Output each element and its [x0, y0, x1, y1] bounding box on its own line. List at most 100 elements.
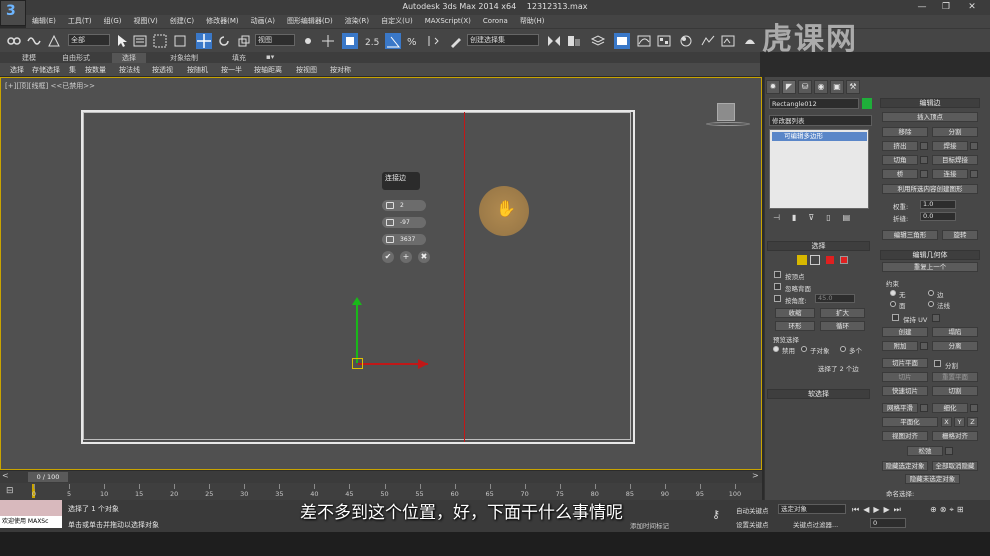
menu-group[interactable]: 组(G)	[98, 15, 128, 28]
render-setup-icon[interactable]	[700, 33, 716, 49]
weld-settings-icon[interactable]	[970, 142, 978, 150]
ribbon-by-normal[interactable]: 按法线	[119, 65, 140, 75]
menu-views[interactable]: 视图(V)	[128, 15, 164, 28]
edit-named-sel-icon[interactable]	[448, 33, 464, 49]
vertex-mode-icon[interactable]	[797, 255, 807, 265]
border-mode-icon[interactable]	[826, 256, 834, 264]
curve-editor-icon[interactable]	[636, 33, 652, 49]
close-icon[interactable]: ✕	[964, 1, 980, 13]
time-slider-prev-icon[interactable]: <	[2, 471, 9, 480]
cut-button[interactable]: 切割	[932, 386, 978, 396]
modify-tab-icon[interactable]: ◤	[782, 80, 796, 94]
menu-graph-editors[interactable]: 图形编辑器(D)	[281, 15, 339, 28]
object-color-swatch[interactable]	[862, 98, 872, 109]
menu-maxscript[interactable]: MAXScript(X)	[419, 15, 477, 28]
weld-button[interactable]: 焊接	[932, 141, 968, 151]
move-icon[interactable]	[196, 33, 212, 49]
meshsmooth-button[interactable]: 网格平滑	[882, 403, 918, 413]
menu-corona[interactable]: Corona	[477, 15, 514, 28]
link-icon[interactable]	[6, 33, 22, 49]
rotate-icon[interactable]	[216, 33, 232, 49]
detach-button[interactable]: 分离	[932, 341, 978, 351]
ribbon-tab-selection[interactable]: 选择	[112, 53, 146, 63]
ribbon-select[interactable]: 选择	[10, 65, 24, 75]
bind-spacewarp-icon[interactable]	[46, 33, 62, 49]
constraint-edge-radio[interactable]	[928, 290, 934, 296]
motion-tab-icon[interactable]: ◉	[814, 80, 828, 94]
ribbon-by-random[interactable]: 按随机	[187, 65, 208, 75]
graphite-tools-icon[interactable]	[614, 33, 630, 49]
caddy-segments-field[interactable]: 2	[382, 200, 426, 211]
planar-y-button[interactable]: Y	[954, 417, 965, 427]
minimize-icon[interactable]: —	[914, 1, 930, 13]
add-time-tag[interactable]: 添加时间标记	[630, 520, 669, 530]
ribbon-by-symmetry[interactable]: 按对称	[330, 65, 351, 75]
ribbon-tab-modeling[interactable]: 建模	[22, 53, 36, 63]
ribbon-options-icon[interactable]: ▪▾	[266, 53, 274, 61]
playback-controls-icons[interactable]: ⏮◀▶▶⏭	[852, 505, 905, 515]
auto-key-label[interactable]: 自动关键点	[736, 505, 769, 515]
extrude-settings-icon[interactable]	[920, 142, 928, 150]
bridge-button[interactable]: 桥	[882, 169, 918, 179]
current-frame-field[interactable]: 0	[870, 518, 906, 528]
menu-create[interactable]: 创建(C)	[164, 15, 200, 28]
gizmo-x-arrow-icon[interactable]	[418, 359, 428, 369]
turn-button[interactable]: 旋转	[942, 230, 978, 240]
hierarchy-tab-icon[interactable]: ⛁	[798, 80, 812, 94]
unlink-icon[interactable]	[26, 33, 42, 49]
object-name-field[interactable]: Rectangle012	[769, 98, 859, 109]
edge-mode-icon[interactable]	[810, 255, 820, 265]
selection-filter-dropdown[interactable]: 全部	[68, 34, 110, 46]
preview-subobject-radio[interactable]	[801, 346, 807, 352]
create-shape-button[interactable]: 利用所选内容创建图形	[882, 184, 978, 194]
caddy-apply-icon[interactable]: +	[400, 251, 412, 263]
set-key-label[interactable]: 设置关键点	[736, 519, 769, 529]
reset-plane-button[interactable]: 重置平面	[932, 372, 978, 382]
menu-tools[interactable]: 工具(T)	[62, 15, 98, 28]
select-manipulate-icon[interactable]	[320, 33, 336, 49]
menu-modifiers[interactable]: 修改器(M)	[200, 15, 245, 28]
preview-multi-radio[interactable]	[840, 346, 846, 352]
caddy-ok-icon[interactable]: ✔	[382, 251, 394, 263]
time-slider-thumb[interactable]: 0 / 100	[28, 472, 68, 482]
grid-align-button[interactable]: 栅格对齐	[932, 431, 978, 441]
key-icon[interactable]: ⚷	[712, 508, 720, 521]
view-align-button[interactable]: 视图对齐	[882, 431, 928, 441]
relax-settings-icon[interactable]	[945, 447, 953, 455]
chamfer-button[interactable]: 切角	[882, 155, 918, 165]
connect-settings-icon[interactable]	[970, 170, 978, 178]
edit-geometry-header[interactable]: 编辑几何体	[880, 250, 980, 260]
app-menu-button[interactable]: 3	[0, 0, 26, 26]
selected-object-dropdown[interactable]: 选定对象	[778, 504, 846, 514]
ribbon-by-numeric[interactable]: 按数量	[85, 65, 106, 75]
soft-selection-rollout-header[interactable]: 软选择	[767, 389, 870, 399]
menu-rendering[interactable]: 渲染(R)	[339, 15, 375, 28]
target-weld-button[interactable]: 目标焊接	[932, 155, 978, 165]
selection-rollout-header[interactable]: 选择	[767, 241, 870, 251]
relax-button[interactable]: 松弛	[907, 446, 943, 456]
ribbon-sets[interactable]: 集	[69, 65, 76, 75]
menu-customize[interactable]: 自定义(U)	[375, 15, 419, 28]
utilities-tab-icon[interactable]: ⚒	[846, 80, 860, 94]
collapse-button[interactable]: 塌陷	[932, 327, 978, 337]
ribbon-by-half[interactable]: 按一半	[221, 65, 242, 75]
rendered-frame-window-icon[interactable]	[720, 33, 736, 49]
stack-toolbar-icons[interactable]: ⊣▮⊽▯▤	[773, 213, 862, 222]
hide-unselected-button[interactable]: 隐藏未选定对象	[905, 474, 960, 484]
quickslice-button[interactable]: 快速切片	[882, 386, 928, 396]
ribbon-by-view[interactable]: 按视图	[296, 65, 317, 75]
percent-snap-icon[interactable]: %	[405, 33, 421, 49]
ribbon-tab-freeform[interactable]: 自由形式	[62, 53, 90, 63]
mini-curve-editor-icon[interactable]: ⊟	[6, 486, 14, 496]
crease-spinner[interactable]: 0.0	[920, 212, 956, 221]
top-viewport[interactable]: [+][顶][线框] <<已禁用>> ✋ 连接边 2 -97 3637 ✔ + …	[0, 77, 762, 470]
ribbon-store-selection[interactable]: 存储选择	[32, 65, 60, 75]
angle-snap-icon[interactable]	[385, 33, 401, 49]
snaps-toggle-icon[interactable]: 2.5	[364, 33, 380, 49]
mirror-icon[interactable]	[546, 33, 562, 49]
create-tab-icon[interactable]: ✹	[766, 80, 780, 94]
display-tab-icon[interactable]: ▣	[830, 80, 844, 94]
shrink-button[interactable]: 收缩	[775, 308, 815, 318]
planar-x-button[interactable]: X	[941, 417, 952, 427]
attach-button[interactable]: 附加	[882, 341, 918, 351]
